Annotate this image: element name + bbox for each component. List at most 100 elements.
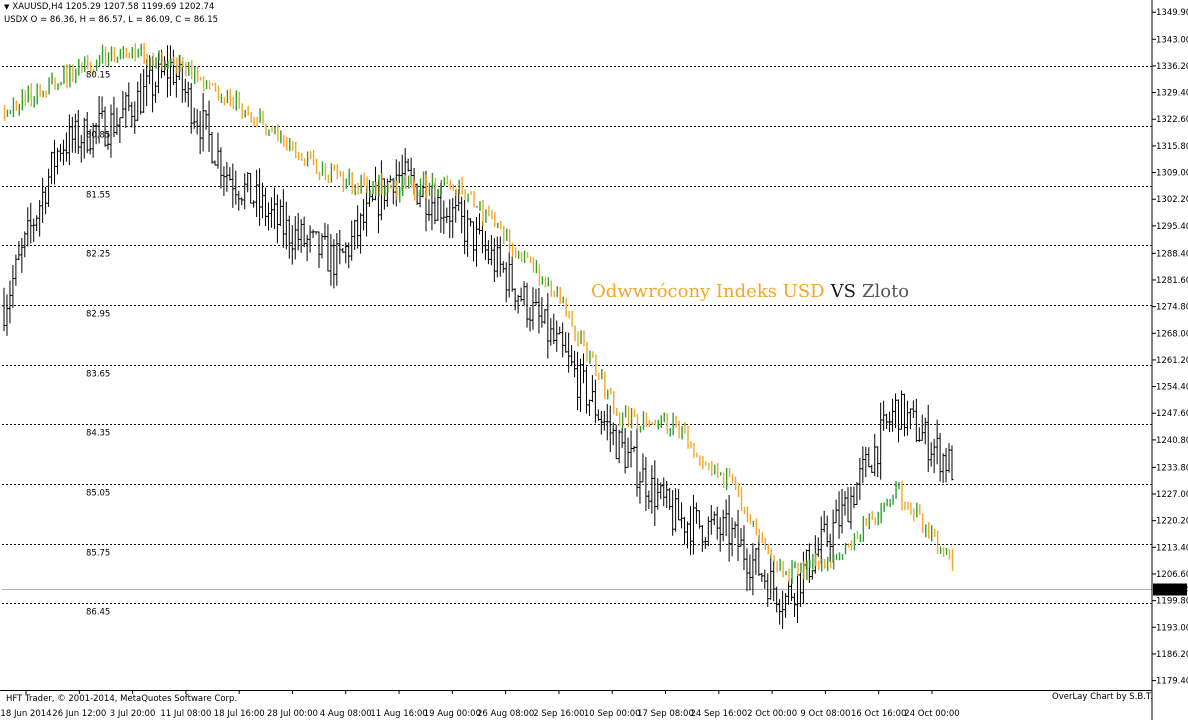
gold-bar bbox=[510, 256, 514, 292]
gold-bar bbox=[210, 131, 214, 164]
gold-bar bbox=[825, 515, 829, 548]
gold-bar bbox=[819, 516, 823, 564]
gold-bar bbox=[810, 570, 814, 580]
gold-bar bbox=[430, 185, 434, 231]
gold-bar bbox=[674, 488, 678, 532]
time-axis-label: 28 Jul 00:00 bbox=[267, 709, 318, 719]
price-axis-label: 1268.00 bbox=[1156, 329, 1188, 339]
usdx-inverted-series bbox=[3, 42, 954, 584]
price-axis-label: 1281.60 bbox=[1156, 276, 1188, 286]
time-axis-label: 4 Aug 08:00 bbox=[320, 709, 372, 719]
gold-bar bbox=[201, 92, 205, 152]
price-axis-label: 1213.40 bbox=[1156, 543, 1188, 553]
gold-bar bbox=[168, 45, 172, 96]
gold-bar bbox=[347, 242, 351, 269]
gold-bar bbox=[632, 446, 636, 453]
current-price-label: 1202.74 bbox=[1155, 586, 1188, 596]
gold-bar bbox=[329, 234, 333, 286]
gold-bar bbox=[745, 548, 749, 592]
gold-bar bbox=[421, 184, 425, 198]
gold-bar bbox=[350, 220, 354, 261]
time-axis-label: 18 Jul 16:00 bbox=[214, 709, 265, 719]
gold-bar bbox=[876, 446, 880, 478]
gold-bar bbox=[124, 92, 128, 128]
gold-bar bbox=[284, 201, 288, 250]
gold-bar bbox=[840, 488, 844, 534]
gold-bar bbox=[867, 447, 871, 468]
price-axis-label: 1247.60 bbox=[1156, 409, 1188, 419]
gold-bar bbox=[617, 429, 621, 464]
gold-bar bbox=[311, 229, 315, 239]
gold-bar bbox=[118, 117, 122, 144]
gold-bar bbox=[255, 169, 259, 218]
gold-bar bbox=[929, 442, 933, 467]
time-axis-label: 9 Oct 08:00 bbox=[800, 709, 850, 719]
gold-bar bbox=[926, 404, 930, 472]
gold-bar bbox=[941, 453, 945, 484]
usdx-level-label: 83.65 bbox=[86, 370, 110, 380]
usdx-level-grid bbox=[2, 66, 1152, 604]
price-axis-label: 1288.40 bbox=[1156, 249, 1188, 259]
price-axis-label: 1254.40 bbox=[1156, 383, 1188, 393]
gold-bar bbox=[721, 509, 725, 542]
gold-bar bbox=[879, 402, 883, 480]
gold-bar bbox=[638, 471, 642, 504]
gold-bar bbox=[873, 433, 877, 477]
gold-bar bbox=[659, 482, 663, 500]
gold-bar bbox=[47, 168, 51, 208]
gold-bar bbox=[561, 322, 565, 358]
gold-bar bbox=[647, 490, 651, 510]
gold-bar bbox=[243, 173, 247, 210]
gold-bar bbox=[665, 481, 669, 509]
gold-bar bbox=[870, 464, 874, 473]
gold-bar bbox=[225, 162, 229, 192]
gold-bar bbox=[17, 241, 21, 261]
time-axis-label: 19 Aug 00:00 bbox=[424, 709, 481, 719]
gold-bar bbox=[567, 332, 571, 373]
price-axis-label: 1206.60 bbox=[1156, 570, 1188, 580]
gold-bar bbox=[397, 161, 401, 184]
gold-bar bbox=[626, 437, 630, 468]
chart-plot[interactable]: 1349.90 1343.00 1336.20 1329.40 1322.60 1315.… bbox=[0, 0, 1188, 720]
gold-bar bbox=[480, 221, 484, 254]
gold-bar bbox=[712, 511, 716, 526]
gold-bar bbox=[739, 528, 743, 547]
gold-bar bbox=[596, 409, 600, 421]
gold-bar bbox=[100, 96, 104, 119]
usdx-level-label: 85.05 bbox=[86, 489, 110, 499]
gold-bar bbox=[522, 281, 526, 306]
gold-bar bbox=[558, 326, 562, 335]
gold-bar bbox=[79, 135, 83, 163]
gold-bar bbox=[489, 235, 493, 266]
time-axis-label: 18 Jun 2014 bbox=[0, 709, 51, 719]
gold-bar bbox=[264, 187, 268, 227]
price-axis-label: 1349.90 bbox=[1156, 8, 1188, 18]
gold-bar bbox=[198, 111, 202, 155]
chart-window[interactable]: 1349.90 1343.00 1336.20 1329.40 1322.60 1315.… bbox=[0, 0, 1188, 720]
gold-bar bbox=[362, 199, 366, 231]
gold-bar bbox=[587, 399, 591, 416]
gold-bar bbox=[55, 147, 59, 175]
gold-bar bbox=[888, 411, 892, 433]
gold-bar bbox=[599, 410, 603, 435]
usdx-level-label: 82.95 bbox=[86, 310, 110, 320]
gold-bar bbox=[792, 592, 796, 617]
dropdown-triangle-icon[interactable]: ▼ bbox=[4, 3, 9, 11]
price-axis-label: 1343.00 bbox=[1156, 35, 1188, 45]
gold-bar bbox=[938, 433, 942, 482]
gold-bar bbox=[671, 490, 675, 536]
gold-bar bbox=[76, 109, 80, 154]
gold-bar bbox=[495, 236, 499, 278]
gold-bar bbox=[58, 143, 62, 162]
gold-bar bbox=[629, 430, 633, 468]
gold-bar bbox=[308, 225, 312, 253]
main-symbol-header: ▼ XAUUSD,H4 1205.29 1207.58 1199.69 1202.… bbox=[4, 2, 214, 12]
gold-bar bbox=[677, 488, 681, 521]
gold-bar bbox=[136, 81, 140, 121]
gold-bar bbox=[581, 353, 585, 384]
usdx-level-label: 86.45 bbox=[86, 608, 110, 618]
gold-bar bbox=[564, 332, 568, 353]
gold-bar bbox=[23, 231, 27, 258]
gold-bar bbox=[662, 477, 666, 507]
gold-bar bbox=[460, 196, 464, 234]
